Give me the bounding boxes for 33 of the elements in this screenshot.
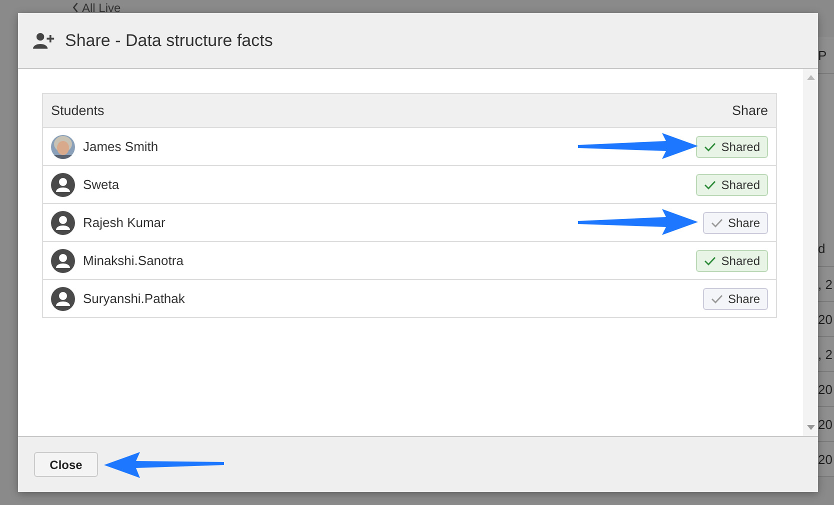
- close-button[interactable]: Close: [34, 452, 98, 477]
- share-toggle-button[interactable]: Share: [702, 212, 768, 234]
- dialog-title: Share - Data structure facts: [65, 30, 273, 50]
- check-icon: [704, 142, 716, 152]
- scroll-up-icon[interactable]: [806, 75, 814, 80]
- student-name: Minakshi.Sanotra: [83, 253, 184, 268]
- table-cell: 20: [818, 416, 832, 432]
- student-name: Suryanshi.Pathak: [83, 291, 185, 306]
- student-name: Sweta: [83, 177, 120, 192]
- check-icon: [710, 218, 723, 228]
- share-toggle-button[interactable]: Share: [702, 288, 768, 310]
- column-header: Students: [51, 103, 104, 118]
- scroll-down-icon[interactable]: [806, 425, 814, 430]
- scrollbar[interactable]: [803, 69, 818, 436]
- check-icon: [704, 180, 716, 190]
- table-cell: 20: [818, 452, 832, 466]
- student-name: James Smith: [83, 139, 158, 154]
- add-user-icon: [33, 32, 55, 49]
- table-cell: P: [818, 48, 827, 62]
- share-toggle-button[interactable]: Shared: [696, 250, 768, 272]
- column-header: Share: [732, 103, 768, 118]
- back-link[interactable]: All Live: [72, 2, 121, 14]
- table-cell: 20: [818, 382, 832, 396]
- check-icon: [704, 256, 716, 266]
- check-icon: [710, 294, 723, 304]
- table-cell: , 2: [818, 346, 832, 362]
- share-toggle-button[interactable]: Shared: [696, 174, 768, 196]
- share-toggle-button[interactable]: Shared: [696, 136, 768, 158]
- chevron-left-icon: [72, 2, 79, 13]
- table-cell: 20: [818, 312, 832, 326]
- table-cell: , 2: [818, 276, 832, 292]
- student-name: Rajesh Kumar: [83, 215, 166, 230]
- table-cell: d: [818, 240, 826, 256]
